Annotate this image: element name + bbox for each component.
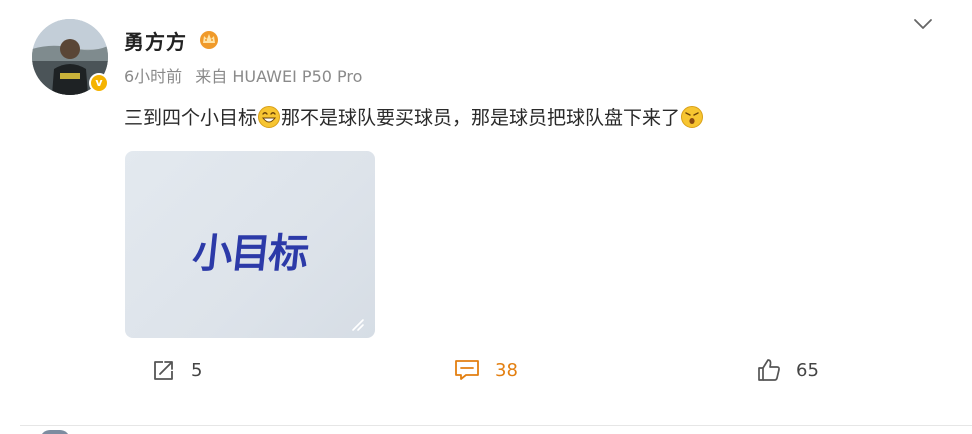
post-text: 三到四个小目标 那不是球队要买球员，那是球员把球队盘下来了 bbox=[124, 104, 704, 132]
post-meta: 6小时前 来自 HUAWEI P50 Pro bbox=[124, 63, 362, 87]
image-title-text: 小目标 bbox=[190, 231, 309, 277]
comment-button[interactable]: 38 bbox=[453, 355, 518, 385]
post-divider bbox=[20, 425, 972, 426]
comment-count: 38 bbox=[495, 359, 518, 381]
shocked-emoji-icon bbox=[681, 106, 704, 128]
crown-icon[interactable] bbox=[198, 29, 220, 49]
like-button[interactable]: 65 bbox=[756, 355, 819, 385]
repost-count: 5 bbox=[191, 359, 203, 381]
post-image[interactable]: 小目标 bbox=[125, 151, 375, 338]
post-text-part1: 三到四个小目标 bbox=[124, 107, 258, 129]
verified-badge-icon: v bbox=[89, 73, 109, 93]
image-corner-icon bbox=[352, 319, 364, 331]
chevron-down-icon[interactable] bbox=[912, 16, 934, 32]
weibo-post: v 勇方方 6小时前 来自 HUAWEI P50 Pro 三到四个小目标 那不是… bbox=[0, 0, 972, 434]
next-post-avatar bbox=[40, 430, 70, 434]
share-icon bbox=[154, 361, 173, 380]
post-time[interactable]: 6小时前 bbox=[124, 67, 182, 86]
repost-button[interactable]: 5 bbox=[151, 355, 202, 385]
post-text-part2: 那不是球队要买球员，那是球员把球队盘下来了 bbox=[281, 107, 681, 129]
thumbs-up-icon bbox=[758, 359, 780, 381]
grin-emoji-icon bbox=[258, 106, 281, 128]
author-name[interactable]: 勇方方 bbox=[124, 26, 187, 55]
comment-icon bbox=[455, 360, 479, 380]
post-source: 来自 HUAWEI P50 Pro bbox=[195, 67, 363, 86]
like-count: 65 bbox=[796, 359, 819, 381]
